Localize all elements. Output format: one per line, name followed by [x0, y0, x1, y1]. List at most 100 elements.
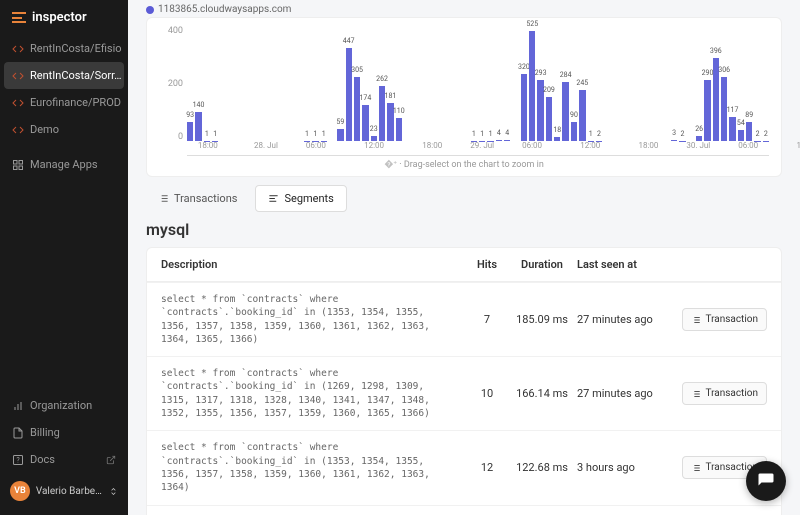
- bar-value-label: 59: [336, 118, 344, 126]
- sidebar-item-app[interactable]: Eurofinance/PROD: [0, 89, 128, 116]
- bar-value-label: 262: [376, 75, 388, 83]
- bar-value-label: 209: [543, 86, 555, 94]
- bottom-nav: Organization Billing ? Docs VB Valerio B…: [0, 392, 128, 515]
- nav-label: Organization: [30, 399, 92, 412]
- transaction-button[interactable]: Transaction: [682, 382, 767, 405]
- nav-docs[interactable]: ? Docs: [0, 446, 128, 473]
- bar-value-label: 1: [213, 130, 217, 138]
- x-tick-label: 06:00: [738, 141, 758, 150]
- tab-transactions[interactable]: Transactions: [146, 185, 249, 212]
- cell-last-seen: 3 hours ago: [577, 461, 677, 474]
- chart-bar[interactable]: 117: [729, 117, 735, 141]
- bar-value-label: 1: [480, 130, 484, 138]
- bar-value-label: 1: [205, 130, 209, 138]
- table-row: select * from `contracts` where `contrac…: [147, 282, 781, 356]
- grid-icon: [12, 159, 24, 171]
- query-text: select * from `contracts` where `contrac…: [161, 441, 457, 494]
- list-icon: [158, 193, 169, 204]
- bar-value-label: 447: [343, 37, 355, 45]
- x-tick-label: 12:00: [796, 141, 800, 150]
- sidebar-item-app[interactable]: RentInCosta/Efisio: [0, 35, 128, 62]
- bar-chart[interactable]: 4002000 93140111115944730517423262181110…: [159, 26, 769, 156]
- cell-last-seen: 27 minutes ago: [577, 313, 677, 326]
- sidebar-item-app[interactable]: RentInCosta/Sorr…: [4, 62, 124, 89]
- cell-hits: 7: [467, 313, 507, 326]
- query-text: select * from `contracts` where `contrac…: [161, 293, 457, 346]
- external-link-icon: [106, 455, 116, 465]
- x-tick-label: 12:00: [580, 141, 600, 150]
- legend-dot-icon: [146, 6, 154, 14]
- chart-plot[interactable]: 9314011111594473051742326218111011144320…: [187, 26, 769, 156]
- file-icon: [12, 427, 24, 439]
- bar-value-label: 1: [589, 130, 593, 138]
- chart-bar[interactable]: 290: [704, 80, 710, 141]
- chart-bar[interactable]: 89: [746, 122, 752, 141]
- col-last-seen: Last seen at: [577, 258, 677, 271]
- tab-segments[interactable]: Segments: [255, 185, 346, 212]
- bar-value-label: 1: [322, 130, 326, 138]
- chart-bar[interactable]: 140: [195, 112, 201, 141]
- chart-bar[interactable]: 174: [362, 105, 368, 141]
- bar-value-label: 117: [727, 106, 739, 114]
- sidebar-item-label: Eurofinance/PROD: [30, 96, 121, 109]
- chat-fab[interactable]: [746, 461, 786, 501]
- bar-value-label: 26: [695, 125, 703, 133]
- chart-bar[interactable]: 447: [346, 48, 352, 141]
- chart-bar[interactable]: 525: [529, 31, 535, 141]
- app-nav: RentInCosta/EfisioRentInCosta/Sorr… Eurof…: [0, 35, 128, 392]
- bar-value-label: 2: [764, 130, 768, 138]
- chart-bar[interactable]: 209: [546, 97, 552, 141]
- chart-bar[interactable]: 320: [521, 74, 527, 141]
- chart-bar[interactable]: 90: [571, 122, 577, 141]
- nav-label: Docs: [30, 453, 55, 466]
- x-tick-label: 30. Jul: [686, 141, 710, 150]
- x-tick-label: 29. Jul: [470, 141, 494, 150]
- chart-bar[interactable]: 110: [396, 118, 402, 141]
- chart-bar[interactable]: 305: [354, 77, 360, 141]
- cell-last-seen: 27 minutes ago: [577, 387, 677, 400]
- user-menu[interactable]: VB Valerio Barbera: [0, 473, 128, 509]
- table-header: Description Hits Duration Last seen at: [147, 248, 781, 282]
- nav-manage-apps[interactable]: Manage Apps: [0, 151, 128, 178]
- x-tick-label: 18:00: [198, 141, 218, 150]
- x-tick-label: 12:00: [364, 141, 384, 150]
- cell-duration: 185.09 ms: [507, 313, 577, 326]
- bar-value-label: 320: [518, 63, 530, 71]
- bar-value-label: 290: [702, 69, 714, 77]
- cell-hits: 12: [467, 461, 507, 474]
- cell-duration: 122.68 ms: [507, 461, 577, 474]
- query-text: select * from `contracts` where `contrac…: [161, 367, 457, 420]
- nav-billing[interactable]: Billing: [0, 419, 128, 446]
- user-name: Valerio Barbera: [36, 486, 103, 497]
- bar-value-label: 1: [489, 130, 493, 138]
- x-tick-label: 18:00: [422, 141, 442, 150]
- chart-bar[interactable]: 93: [187, 122, 193, 141]
- bar-value-label: 4: [505, 129, 509, 137]
- list-icon: [691, 389, 701, 399]
- tab-label: Transactions: [174, 192, 237, 205]
- app-icon: [12, 70, 24, 82]
- cell-hits: 10: [467, 387, 507, 400]
- bar-value-label: 90: [570, 111, 578, 119]
- sidebar-item-app[interactable]: Demo: [0, 116, 128, 143]
- segments-icon: [268, 193, 279, 204]
- app-icon: [12, 124, 24, 136]
- bar-value-label: 181: [385, 92, 397, 100]
- chart-y-axis: 4002000: [159, 26, 187, 156]
- chart-bar[interactable]: 245: [579, 90, 585, 141]
- bar-value-label: 89: [745, 111, 753, 119]
- svg-text:?: ?: [16, 456, 20, 464]
- bar-value-label: 3: [672, 129, 676, 137]
- sidebar: inspector RentInCosta/EfisioRentInCosta/…: [0, 0, 128, 515]
- chart-bar[interactable]: 59: [337, 129, 343, 141]
- bar-value-label: 18: [553, 126, 561, 134]
- tabs: Transactions Segments: [146, 185, 782, 212]
- chart-bar[interactable]: 284: [562, 82, 568, 141]
- nav-organization[interactable]: Organization: [0, 392, 128, 419]
- transaction-button[interactable]: Transaction: [682, 308, 767, 331]
- bar-value-label: 2: [597, 130, 601, 138]
- app-icon: [12, 43, 24, 55]
- chart-bar[interactable]: 54: [738, 130, 744, 141]
- chart-card: 4002000 93140111115944730517423262181110…: [146, 17, 782, 177]
- chart-hint: �⁺ · Drag-select on the chart to zoom in: [159, 156, 769, 170]
